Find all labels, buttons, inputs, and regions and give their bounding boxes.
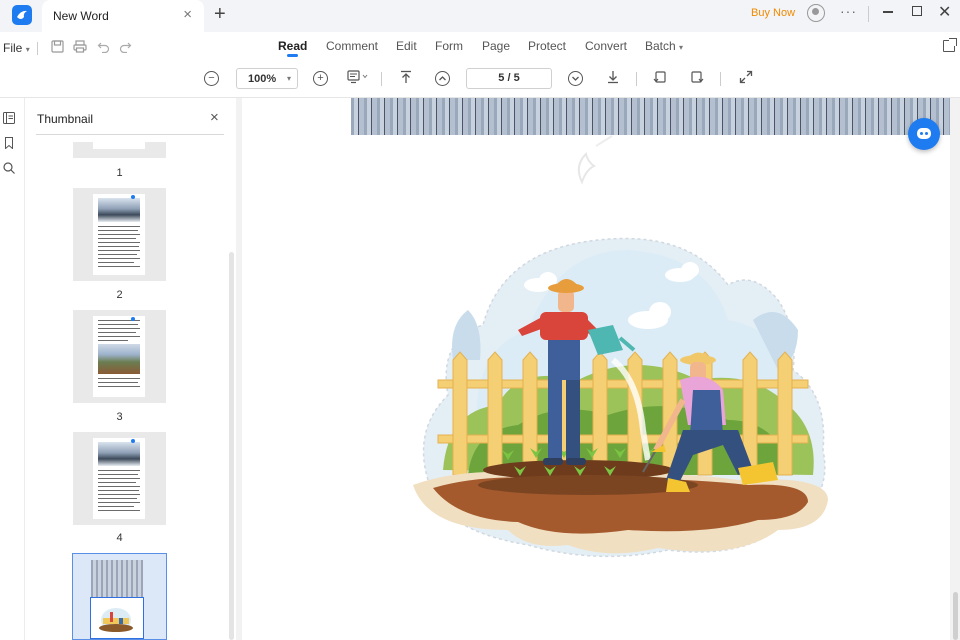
maximize-button[interactable] [912,6,922,16]
thumbnail-photo [98,442,140,466]
active-tab-indicator [287,54,298,57]
open-external-icon[interactable] [943,38,957,52]
toolbar-divider [636,72,637,86]
zoom-select[interactable]: 100% ▾ [236,68,298,89]
annotation-marker-icon [131,317,135,321]
print-icon[interactable] [73,40,87,54]
thumbnail-page-sheet [93,316,145,397]
close-window-button[interactable]: ✕ [938,2,951,22]
chevron-down-icon: ▾ [25,45,30,54]
document-scrollbar[interactable] [953,592,958,640]
watermark-logo [577,135,613,185]
annotation-marker-icon [131,195,135,199]
thumbnail-number: 3 [116,411,123,423]
buy-now-link[interactable]: Buy Now [751,7,795,19]
tab-batch[interactable]: Batch ▾ [645,39,683,53]
redo-icon[interactable] [118,40,132,54]
thumbnail-scrollbar[interactable] [229,252,234,640]
chevron-down-icon: ▾ [287,74,292,83]
annotation-marker-icon [131,439,135,443]
toolbar-divider [720,72,721,86]
tab-batch-label: Batch [645,39,676,53]
reading-mode-icon[interactable] [346,70,370,86]
document-tab-title: New Word [53,9,109,23]
tab-form[interactable]: Form [435,39,463,53]
thumbnail-page-sheet [93,438,145,519]
tab-page[interactable]: Page [482,39,510,53]
robot-icon [917,128,931,139]
file-menu-label: File [3,41,23,55]
close-panel-icon[interactable]: × [210,109,219,126]
first-page-icon[interactable] [398,70,414,86]
thumbnail-page-sheet [93,142,145,149]
ai-assistant-button[interactable] [908,118,940,150]
tab-read[interactable]: Read [278,39,307,53]
pdf-editor-window: { "titlebar": { "tab_title": "New Word",… [0,0,960,640]
gardening-illustration [413,237,828,558]
document-tab[interactable]: New Word × [42,0,204,32]
tab-convert[interactable]: Convert [585,39,627,53]
thumbnail-page-4[interactable] [73,432,166,525]
thumbnail-page-sheet [93,194,145,275]
thumbnail-page-5[interactable] [72,553,167,640]
next-page-icon[interactable] [568,71,583,86]
zoom-in-icon[interactable]: + [313,71,328,86]
undo-icon[interactable] [96,40,110,54]
new-tab-button[interactable]: + [214,3,226,25]
current-view-indicator [90,597,144,639]
chevron-down-icon: ▾ [679,43,684,52]
last-page-icon[interactable] [605,70,621,86]
page-top-photo [351,98,950,135]
panel-title: Thumbnail [37,112,94,126]
thumbnail-number: 2 [116,289,123,301]
file-menu[interactable]: File ▾ [3,41,30,55]
thumbnail-number: 4 [116,532,123,544]
menubar-divider [37,42,38,55]
thumbnail-page-1[interactable] [73,142,166,158]
bookmark-icon[interactable] [3,136,15,150]
page-number-input[interactable]: 5 / 5 [466,68,552,89]
user-avatar-icon[interactable] [807,4,825,22]
more-options-icon[interactable]: ··· [840,3,857,19]
close-tab-icon[interactable]: × [183,7,192,23]
save-icon[interactable] [50,40,64,54]
fullscreen-icon[interactable] [738,70,754,86]
thumbnail-page-2[interactable] [73,188,166,281]
panel-header-divider [36,134,224,135]
thumbnail-photo [98,344,140,374]
zoom-out-icon[interactable]: − [204,71,219,86]
view-toolbar: − 100% ▾ + 5 / 5 [0,64,960,98]
minimize-button[interactable] [883,11,893,13]
tab-comment[interactable]: Comment [326,39,378,53]
zoom-value: 100% [248,73,277,85]
title-bar: New Word × + Buy Now ··· ✕ [0,0,960,32]
rotate-left-icon[interactable] [652,70,668,86]
thumbnail-photo [91,560,143,598]
toolbar-divider [381,72,382,86]
previous-page-icon[interactable] [435,71,450,86]
search-icon[interactable] [3,161,15,174]
rotate-right-icon[interactable] [689,70,705,86]
titlebar-divider [868,6,869,22]
app-logo-icon[interactable] [12,5,32,25]
thumbnail-number: 1 [116,167,123,179]
tab-protect[interactable]: Protect [528,39,566,53]
thumbnail-panel-icon[interactable] [3,111,15,124]
tab-edit[interactable]: Edit [396,39,417,53]
thumbnail-photo [98,198,140,222]
thumbnail-page-3[interactable] [73,310,166,403]
